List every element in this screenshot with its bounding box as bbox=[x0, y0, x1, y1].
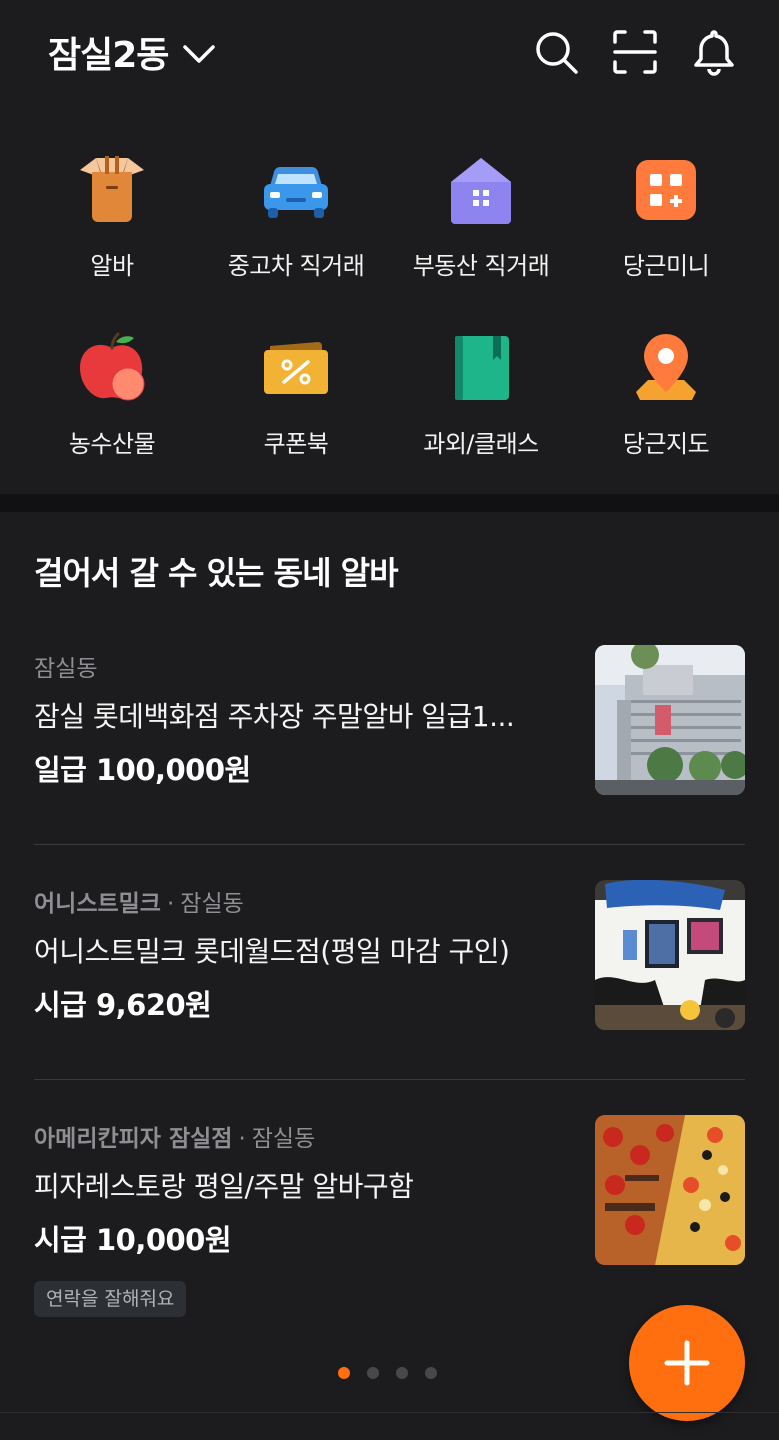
job-company: 어니스트밀크 bbox=[34, 891, 161, 917]
chevron-down-icon bbox=[183, 45, 216, 63]
category-label: 당근미니 bbox=[622, 252, 710, 280]
pagination-dot[interactable] bbox=[396, 1367, 408, 1379]
section-title: 걸어서 갈 수 있는 동네 알바 bbox=[34, 554, 399, 592]
scan-icon[interactable] bbox=[611, 28, 659, 76]
category-coupon[interactable]: 쿠폰북 bbox=[204, 328, 388, 459]
category-label: 알바 bbox=[90, 252, 134, 280]
coupon-icon bbox=[264, 342, 328, 394]
pagination-dots bbox=[338, 1367, 437, 1379]
job-listing[interactable]: 잠실동 잠실 롯데백화점 주차장 주말알바 일급1... 일급 100,000원 bbox=[34, 645, 745, 799]
category-map[interactable]: 당근지도 bbox=[574, 328, 758, 459]
location-title: 잠실2동 bbox=[48, 35, 169, 76]
job-meta: 아메리칸피자 잠실점 · 잠실동 bbox=[34, 1119, 315, 1153]
book-icon bbox=[455, 336, 509, 400]
car-icon bbox=[264, 166, 328, 218]
job-location: 잠실동 bbox=[251, 1126, 316, 1152]
category-real-estate[interactable]: 부동산 직거래 bbox=[389, 150, 573, 281]
job-pay: 일급 100,000원 bbox=[34, 753, 251, 787]
category-label: 과외/클래스 bbox=[423, 430, 539, 458]
top-bar: 잠실2동 bbox=[0, 0, 779, 108]
category-used-car[interactable]: 중고차 직거래 bbox=[204, 150, 388, 281]
category-label: 중고차 직거래 bbox=[227, 252, 365, 280]
pagination-dot-active[interactable] bbox=[338, 1367, 350, 1379]
job-pay: 시급 10,000원 bbox=[34, 1223, 232, 1257]
category-label: 농수산물 bbox=[68, 430, 156, 458]
job-meta: 어니스트밀크 · 잠실동 bbox=[34, 884, 244, 918]
apron-icon bbox=[80, 156, 144, 222]
job-location: 잠실동 bbox=[180, 891, 244, 917]
house-icon bbox=[451, 158, 511, 224]
category-produce[interactable]: 농수산물 bbox=[20, 328, 204, 459]
mini-apps-icon bbox=[636, 160, 696, 220]
job-listing[interactable]: 어니스트밀크 · 잠실동 어니스트밀크 롯데월드점(평일 마감 구인) 시급 9,6… bbox=[34, 880, 745, 1034]
category-part-time[interactable]: 알바 bbox=[20, 150, 204, 281]
plus-icon bbox=[664, 1340, 710, 1386]
pagination-dot[interactable] bbox=[425, 1367, 437, 1379]
category-label: 부동산 직거래 bbox=[412, 252, 550, 280]
list-divider bbox=[34, 844, 745, 845]
meta-separator: · bbox=[166, 891, 175, 917]
job-title: 어니스트밀크 롯데월드점(평일 마감 구인) bbox=[34, 935, 510, 968]
job-thumbnail bbox=[595, 880, 745, 1030]
bell-icon[interactable] bbox=[690, 28, 738, 76]
location-selector[interactable]: 잠실2동 bbox=[48, 26, 216, 78]
write-fab-button[interactable] bbox=[629, 1305, 745, 1421]
category-mini[interactable]: 당근미니 bbox=[574, 150, 758, 281]
job-tag: 연락을 잘해줘요 bbox=[34, 1281, 187, 1317]
bottom-divider bbox=[0, 1412, 779, 1413]
job-listing[interactable]: 아메리칸피자 잠실점 · 잠실동 피자레스토랑 평일/주말 알바구함 시급 10,0… bbox=[34, 1115, 745, 1269]
job-location: 잠실동 bbox=[34, 656, 98, 682]
map-pin-icon bbox=[636, 334, 696, 400]
list-divider bbox=[34, 1079, 745, 1080]
category-label: 당근지도 bbox=[622, 430, 710, 458]
pagination-dot[interactable] bbox=[367, 1367, 379, 1379]
job-thumbnail bbox=[595, 1115, 745, 1265]
section-divider bbox=[0, 494, 779, 512]
search-icon[interactable] bbox=[532, 28, 580, 76]
job-pay: 시급 9,620원 bbox=[34, 988, 212, 1022]
job-title: 잠실 롯데백화점 주차장 주말알바 일급1... bbox=[34, 700, 515, 733]
category-label: 쿠폰북 bbox=[263, 430, 329, 458]
apple-icon bbox=[80, 332, 145, 401]
job-title: 피자레스토랑 평일/주말 알바구함 bbox=[34, 1170, 414, 1203]
meta-separator: · bbox=[238, 1126, 246, 1152]
job-thumbnail bbox=[595, 645, 745, 795]
job-meta: 잠실동 bbox=[34, 649, 97, 683]
category-class[interactable]: 과외/클래스 bbox=[389, 328, 573, 459]
job-company: 아메리칸피자 잠실점 bbox=[34, 1126, 233, 1152]
